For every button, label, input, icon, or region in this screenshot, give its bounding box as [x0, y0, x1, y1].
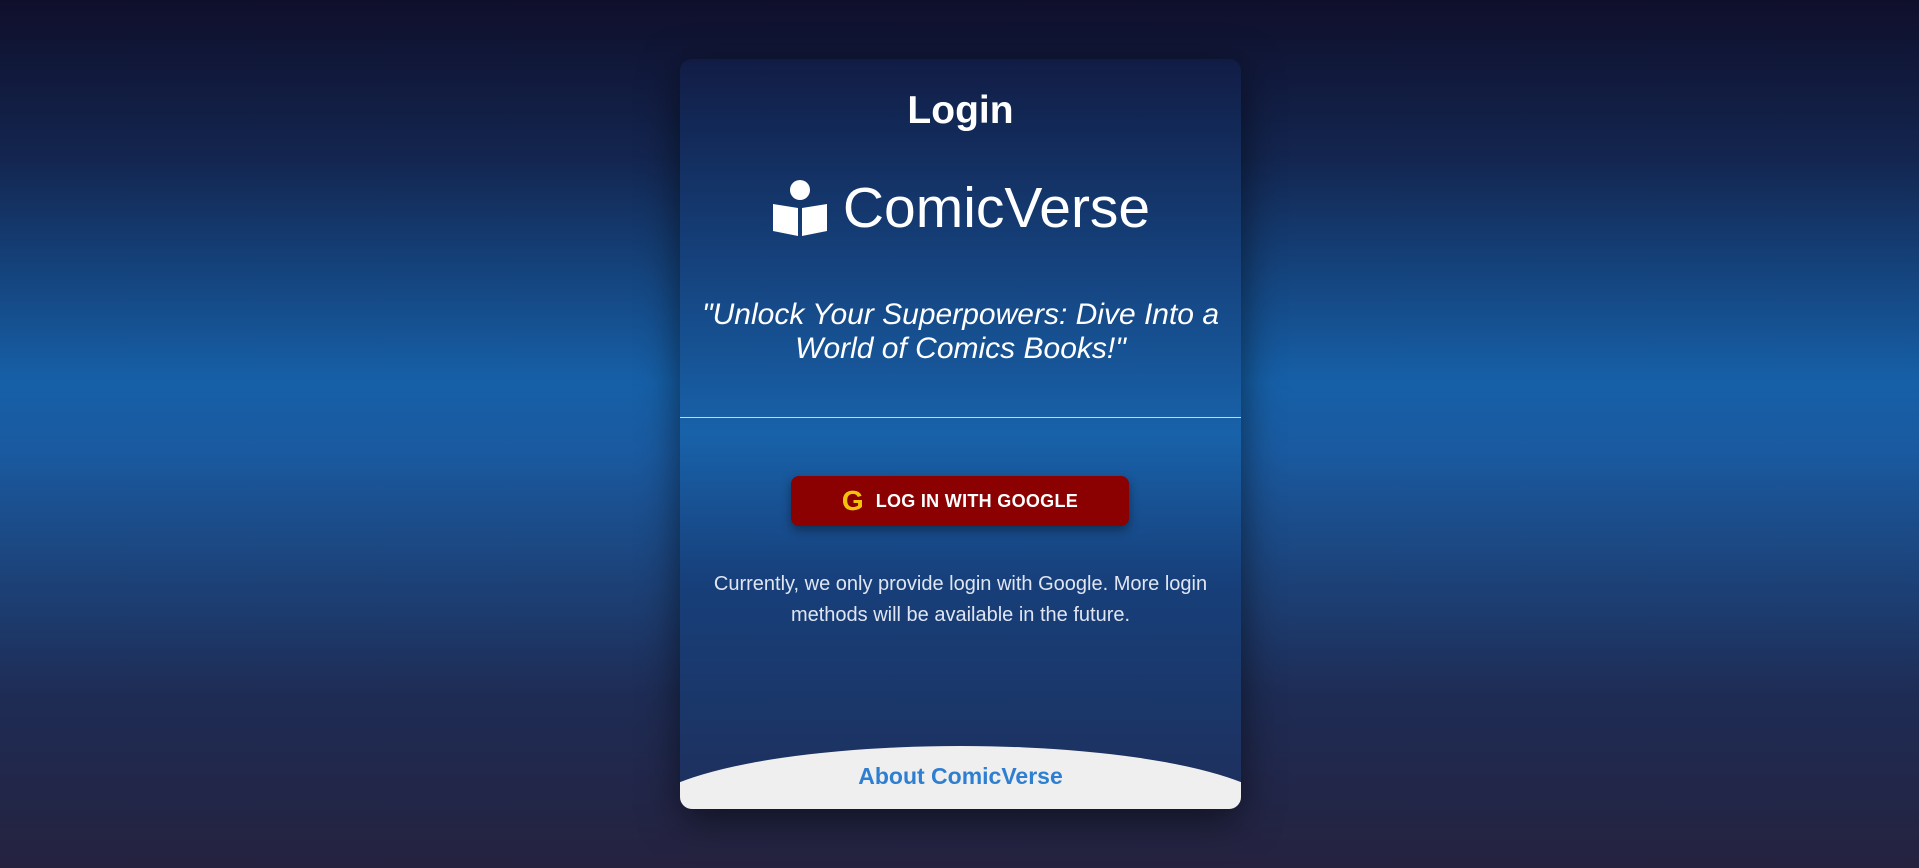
- login-info-text: Currently, we only provide login with Go…: [713, 573, 1208, 626]
- brand-name: ComicVerse: [842, 176, 1151, 240]
- divider: [680, 417, 1241, 418]
- reader-book-icon: [771, 180, 829, 236]
- page-title: Login: [907, 89, 1014, 132]
- google-login-button[interactable]: G LOG IN WITH GOOGLE: [791, 476, 1129, 526]
- brand-logo: ComicVerse: [680, 175, 1241, 241]
- tagline: "Unlock Your Superpowers: Dive Into a Wo…: [701, 298, 1220, 365]
- login-card: Login ComicVerse "Unlock Your Superpower…: [680, 59, 1241, 809]
- about-link[interactable]: About ComicVerse: [680, 763, 1241, 790]
- google-g-icon: G: [841, 485, 864, 516]
- google-login-label: LOG IN WITH GOOGLE: [875, 490, 1079, 511]
